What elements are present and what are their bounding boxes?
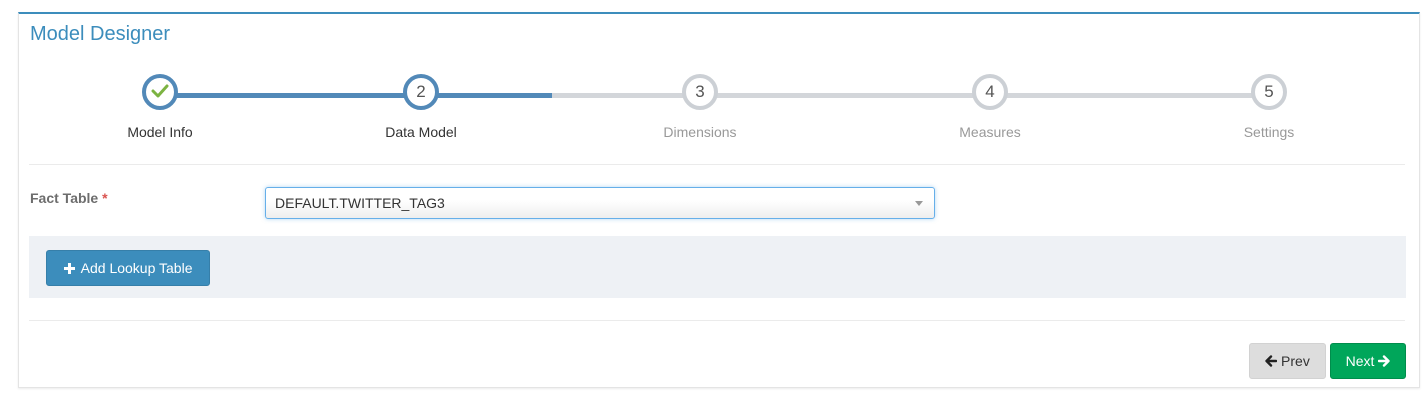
lookup-tables-area: Add Lookup Table: [29, 236, 1406, 298]
fact-table-label: Fact Table *: [30, 190, 108, 206]
required-marker: *: [102, 190, 108, 206]
wizard-step-circle: 4: [972, 74, 1008, 110]
next-button[interactable]: Next: [1330, 343, 1406, 379]
plus-icon: [63, 251, 75, 285]
model-designer-panel: Model Designer Model Info 2 Data Model 3: [18, 12, 1420, 388]
wizard-step-circle: 2: [403, 74, 439, 110]
wizard-step-circle: 5: [1251, 74, 1287, 110]
next-label: Next: [1345, 353, 1375, 369]
arrow-left-icon: [1265, 345, 1278, 379]
fact-table-label-text: Fact Table: [30, 190, 99, 206]
wizard-step-circle: 3: [682, 74, 718, 110]
check-icon: [151, 82, 169, 101]
prev-label: Prev: [1281, 353, 1310, 369]
wizard-step-settings[interactable]: 5 Settings: [1189, 74, 1349, 140]
wizard-step-measures[interactable]: 4 Measures: [910, 74, 1070, 140]
wizard-step-label: Settings: [1243, 124, 1295, 140]
arrow-right-icon: [1378, 345, 1391, 379]
wizard-step-label: Data Model: [385, 124, 457, 140]
fact-table-select[interactable]: DEFAULT.TWITTER_TAG3: [265, 187, 935, 219]
add-lookup-table-button[interactable]: Add Lookup Table: [46, 250, 210, 286]
wizard-step-label: Measures: [959, 124, 1021, 140]
divider: [29, 320, 1405, 321]
wizard-step-data-model[interactable]: 2 Data Model: [341, 74, 501, 140]
prev-button[interactable]: Prev: [1249, 343, 1326, 379]
wizard-steps: Model Info 2 Data Model 3 Dimensions 4 M…: [19, 14, 1421, 164]
wizard-step-circle: [142, 74, 178, 110]
fact-table-selected-value: DEFAULT.TWITTER_TAG3: [275, 195, 445, 211]
wizard-step-dimensions[interactable]: 3 Dimensions: [620, 74, 780, 140]
add-lookup-table-label: Add Lookup Table: [80, 260, 193, 276]
caret-down-icon: [915, 201, 923, 206]
wizard-step-label: Model Info: [127, 124, 193, 140]
wizard-step-label: Dimensions: [663, 124, 737, 140]
divider: [29, 164, 1405, 165]
wizard-step-model-info[interactable]: Model Info: [80, 74, 240, 140]
